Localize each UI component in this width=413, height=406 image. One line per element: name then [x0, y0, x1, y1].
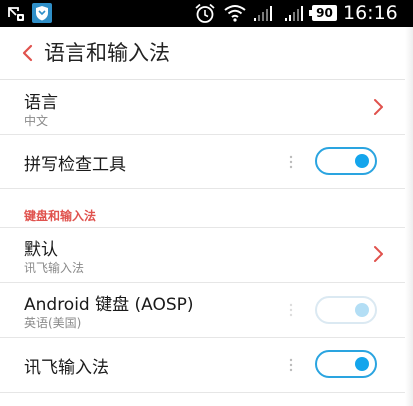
- settings-item-spellcheck[interactable]: 拼写检查工具: [0, 135, 413, 189]
- page-title: 语言和输入法: [44, 41, 170, 65]
- more-options-icon[interactable]: [288, 303, 294, 317]
- signal-icon: [284, 4, 306, 26]
- language-title: 语言: [24, 93, 58, 113]
- chevron-left-icon: [22, 44, 33, 62]
- status-time: 16:16: [343, 2, 398, 24]
- xunfei-title: 讯飞输入法: [24, 358, 109, 378]
- screen: 90 16:16 语言和输入法 语言 中文 拼写检查工具 键盘和输入法 默认 讯…: [0, 0, 413, 406]
- xunfei-toggle[interactable]: [315, 350, 377, 378]
- wifi-icon: [224, 4, 246, 26]
- missed-call-icon: [6, 3, 26, 23]
- settings-item-default-ime[interactable]: 默认 讯飞输入法: [0, 228, 413, 283]
- spellcheck-toggle[interactable]: [315, 147, 377, 175]
- aosp-title: Android 键盘 (AOSP): [24, 295, 194, 315]
- signal-icon: [253, 4, 275, 26]
- toggle-knob: [355, 357, 369, 371]
- language-value: 中文: [24, 114, 49, 128]
- settings-item-language[interactable]: 语言 中文: [0, 80, 413, 135]
- toggle-knob: [355, 154, 369, 168]
- toggle-knob: [355, 303, 369, 317]
- chevron-right-icon: [374, 99, 383, 115]
- more-options-icon[interactable]: [288, 358, 294, 372]
- section-header-keyboard: 键盘和输入法: [0, 203, 413, 228]
- spellcheck-title: 拼写检查工具: [24, 155, 126, 175]
- alarm-icon: [194, 3, 216, 28]
- default-value: 讯飞输入法: [24, 261, 85, 275]
- section-title: 键盘和输入法: [24, 209, 97, 223]
- app-header: 语言和输入法: [0, 27, 413, 80]
- battery-icon: 90: [309, 5, 337, 21]
- default-title: 默认: [24, 240, 58, 260]
- settings-item-xunfei-ime[interactable]: 讯飞输入法: [0, 338, 413, 393]
- aosp-toggle[interactable]: [315, 296, 377, 324]
- scroll-edge: [405, 27, 413, 406]
- more-options-icon[interactable]: [288, 155, 294, 169]
- chevron-right-icon: [374, 246, 383, 262]
- aosp-value: 英语(美国): [24, 316, 82, 330]
- status-bar: 90 16:16: [0, 0, 413, 27]
- app-shield-icon: [32, 3, 52, 23]
- back-button[interactable]: [14, 37, 40, 69]
- settings-item-aosp-keyboard[interactable]: Android 键盘 (AOSP) 英语(美国): [0, 283, 413, 338]
